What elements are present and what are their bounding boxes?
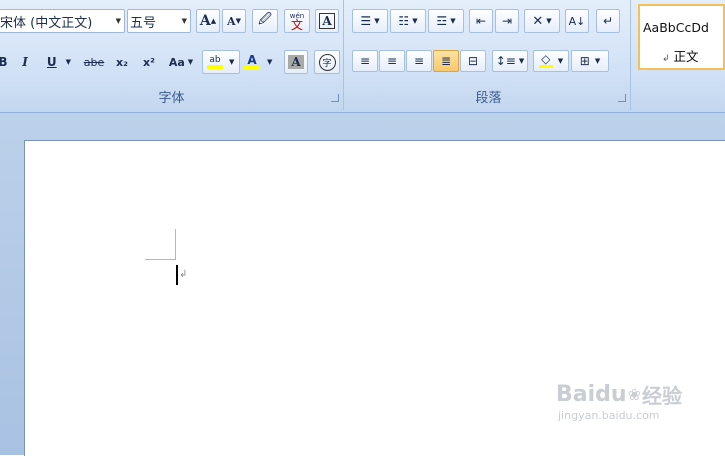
highlight-button[interactable]: ab ▼ <box>202 50 240 74</box>
decrease-indent-button[interactable]: ⇤ <box>469 9 493 33</box>
increase-indent-icon: ⇥ <box>501 14 513 28</box>
baidu-watermark: Baidu ❀ 经验 jingyan.baidu.com <box>556 380 682 422</box>
font-size-select[interactable]: 五号 ▼ <box>127 9 191 33</box>
numbered-list-icon: ☷ <box>398 14 410 28</box>
shading-button[interactable]: ◇ ▼ <box>533 50 569 72</box>
font-size-value: 五号 <box>130 15 157 31</box>
bold-button[interactable]: B <box>0 50 10 74</box>
align-right-button[interactable]: ≡ <box>406 50 432 72</box>
watermark-brand-cn: 经验 <box>641 384 682 408</box>
char-border-icon: A <box>319 13 335 29</box>
chinese-layout-button[interactable]: ✕ ▼ <box>524 9 560 33</box>
subscript-button[interactable]: x₂ <box>110 50 134 74</box>
paragraph-mark-icon: ↵ <box>602 14 614 28</box>
justify-button[interactable]: ≣ <box>433 50 459 72</box>
style-name-row: ↲ 正文 <box>662 46 699 65</box>
watermark-url: jingyan.baidu.com <box>558 409 660 422</box>
char-shading-button[interactable]: A <box>284 50 308 74</box>
char-shading-icon: A <box>288 55 304 69</box>
align-center-icon: ≡ <box>386 54 398 68</box>
strikethrough-icon: abe <box>83 55 105 69</box>
watermark-logo-row: Baidu ❀ 经验 <box>556 380 682 409</box>
font-group: 宋体 (中文正文) ▼ 五号 ▼ A ▲ A ▼ 🖉 wén 文 A B I U ▼ … <box>0 0 344 110</box>
italic-icon: I <box>22 55 28 69</box>
font-color-icon: A <box>244 54 260 70</box>
multilevel-list-button[interactable]: ☲ ▼ <box>428 9 464 33</box>
enclose-char-button[interactable]: 字 <box>314 50 340 74</box>
font-color-button[interactable]: A ▼ <box>242 50 278 74</box>
enclosed-char-icon: 字 <box>318 53 336 71</box>
multilevel-list-icon: ☲ <box>436 14 448 28</box>
font-group-label: 字体 <box>158 91 185 106</box>
shrink-font-icon: A <box>227 14 236 28</box>
bold-icon: B <box>0 55 8 69</box>
change-case-button[interactable]: Aa ▼ <box>164 50 198 74</box>
margin-marker-horizontal <box>145 259 176 260</box>
char-border-button[interactable]: A <box>315 9 339 33</box>
para-mark-icon: ↲ <box>662 54 670 64</box>
margin-marker-vertical <box>175 229 176 259</box>
decrease-indent-icon: ⇤ <box>475 14 487 28</box>
underline-button[interactable]: U ▼ <box>40 50 78 74</box>
superscript-button[interactable]: x² <box>137 50 161 74</box>
change-case-icon: Aa <box>168 55 185 69</box>
grow-font-icon: A <box>199 13 211 29</box>
subscript-icon: x₂ <box>116 55 128 69</box>
underline-icon: U <box>46 55 57 69</box>
distributed-icon: ⊟ <box>467 54 479 68</box>
style-name: 正文 <box>673 49 699 64</box>
justify-icon: ≣ <box>440 54 452 68</box>
bullets-button[interactable]: ☰ ▼ <box>352 9 388 33</box>
style-preview-text: AaBbCcDd <box>643 20 709 35</box>
paint-bucket-icon: ◇ <box>538 53 553 68</box>
phonetic-guide-button[interactable]: wén 文 <box>284 9 310 33</box>
align-right-icon: ≡ <box>413 54 425 68</box>
chevron-down-icon: ▼ <box>115 17 121 25</box>
align-center-button[interactable]: ≡ <box>379 50 405 72</box>
align-left-button[interactable]: ≡ <box>352 50 378 72</box>
shrink-font-button[interactable]: A ▼ <box>222 9 246 33</box>
chevron-down-icon: ▼ <box>181 17 187 25</box>
paragraph-mark: ↲ <box>179 269 188 280</box>
grow-font-button[interactable]: A ▲ <box>196 9 220 33</box>
increase-indent-button[interactable]: ⇥ <box>495 9 519 33</box>
highlighter-icon: ab <box>207 55 223 69</box>
eraser-icon: 🖉 <box>258 12 272 27</box>
phonetic-char-icon: 文 <box>290 18 303 32</box>
sort-icon: A↓ <box>568 14 586 28</box>
watermark-brand: Baidu <box>556 382 627 407</box>
borders-icon: ⊞ <box>579 54 590 68</box>
paragraph-group: ☰ ▼ ☷ ▼ ☲ ▼ ⇤ ⇥ ✕ ▼ A↓ ↵ ≡ ≡ ≡ ≣ ⊟ ↕≡ ▼ ◇ ▼ ⊞ ▼… <box>347 0 631 110</box>
distributed-button[interactable]: ⊟ <box>460 50 486 72</box>
ribbon: 宋体 (中文正文) ▼ 五号 ▼ A ▲ A ▼ 🖉 wén 文 A B I U ▼ … <box>0 0 725 113</box>
numbering-button[interactable]: ☷ ▼ <box>390 9 426 33</box>
dialog-launcher-icon[interactable] <box>331 94 339 102</box>
chinese-layout-icon: ✕ <box>532 13 544 29</box>
bullet-list-icon: ☰ <box>360 14 372 28</box>
borders-button[interactable]: ⊞ ▼ <box>571 50 609 72</box>
paragraph-group-label: 段落 <box>475 91 502 106</box>
font-name-select[interactable]: 宋体 (中文正文) ▼ <box>0 9 125 33</box>
superscript-icon: x² <box>143 55 155 69</box>
font-name-value: 宋体 (中文正文) <box>0 15 93 31</box>
italic-button[interactable]: I <box>14 50 36 74</box>
line-spacing-button[interactable]: ↕≡ ▼ <box>492 50 528 72</box>
align-left-icon: ≡ <box>359 54 371 68</box>
clear-format-button[interactable]: 🖉 <box>252 9 278 33</box>
line-spacing-icon: ↕≡ <box>495 54 516 68</box>
strikethrough-button[interactable]: abe <box>81 50 107 74</box>
style-normal-card[interactable]: AaBbCcDd ↲ 正文 <box>638 4 725 70</box>
text-cursor <box>176 265 178 285</box>
show-marks-button[interactable]: ↵ <box>596 9 620 33</box>
dialog-launcher-icon[interactable] <box>618 94 626 102</box>
paw-icon: ❀ <box>627 385 641 404</box>
sort-button[interactable]: A↓ <box>565 9 589 33</box>
